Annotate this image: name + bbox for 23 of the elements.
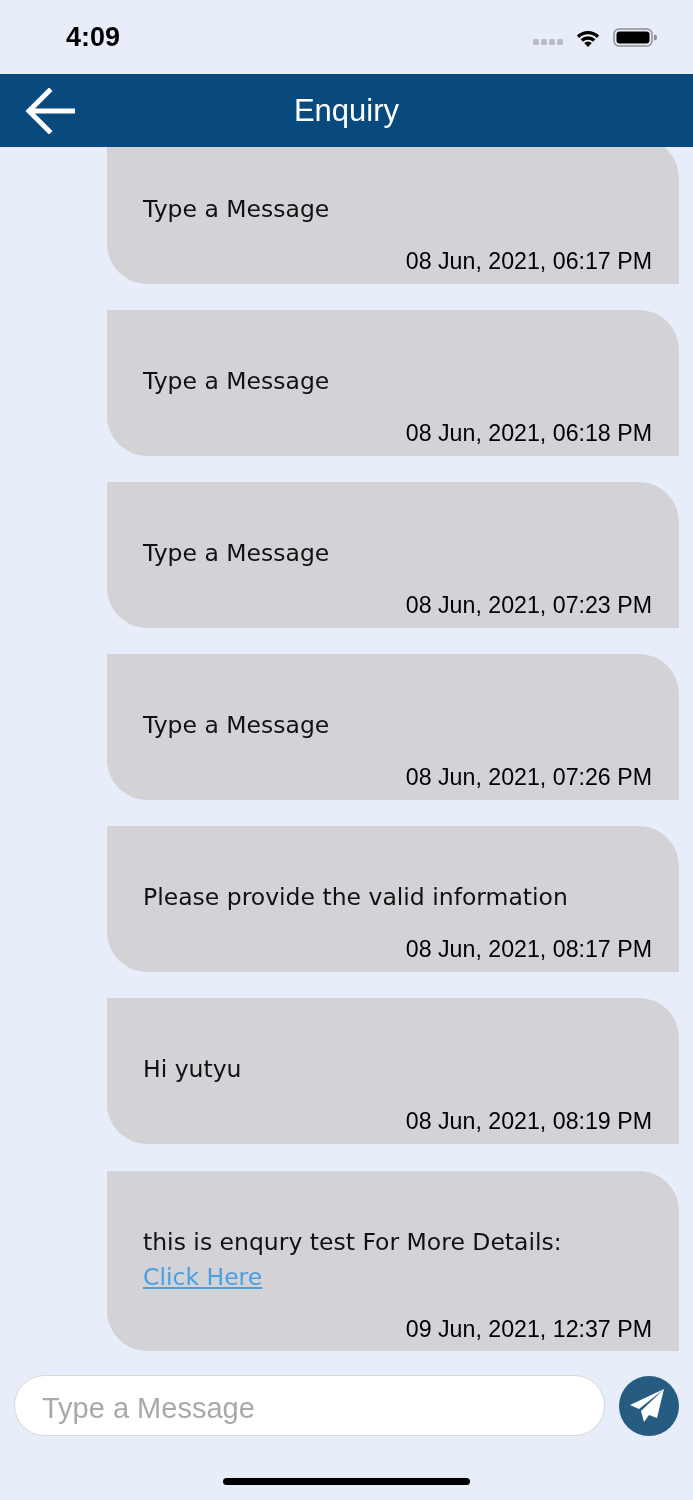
message-timestamp: 08 Jun, 2021, 08:19 PM xyxy=(405,1108,652,1135)
back-arrow-icon xyxy=(25,88,75,134)
message-timestamp: 08 Jun, 2021, 08:17 PM xyxy=(405,936,652,963)
message-text: Type a Message xyxy=(143,194,331,225)
message-text: Type a Message xyxy=(143,538,331,570)
back-button[interactable] xyxy=(24,87,76,135)
status-time: 4:09 xyxy=(66,22,121,52)
message-text: Hi yutyu xyxy=(143,1054,243,1086)
message-input[interactable]: Type a Message xyxy=(14,1375,605,1436)
battery-icon xyxy=(613,27,657,47)
message-text: this is enqury test For More Details: Click Here xyxy=(143,1226,563,1293)
message-text: Type a Message xyxy=(143,710,331,742)
message-timestamp: 09 Jun, 2021, 12:37 PM xyxy=(405,1315,652,1342)
link[interactable]: Click Here xyxy=(143,1262,263,1291)
message-timestamp: 08 Jun, 2021, 06:17 PM xyxy=(405,248,652,274)
screen-title: Enquiry xyxy=(293,92,400,129)
signal-icon xyxy=(533,39,563,45)
paper-plane-icon xyxy=(629,1387,665,1424)
message-text: Type a Message xyxy=(143,366,331,398)
message-timestamp: 08 Jun, 2021, 06:18 PM xyxy=(405,420,652,447)
message-text: Please provide the valid information xyxy=(143,882,569,914)
message-timestamp: 08 Jun, 2021, 07:23 PM xyxy=(405,592,652,619)
message-timestamp: 08 Jun, 2021, 07:26 PM xyxy=(405,764,652,791)
